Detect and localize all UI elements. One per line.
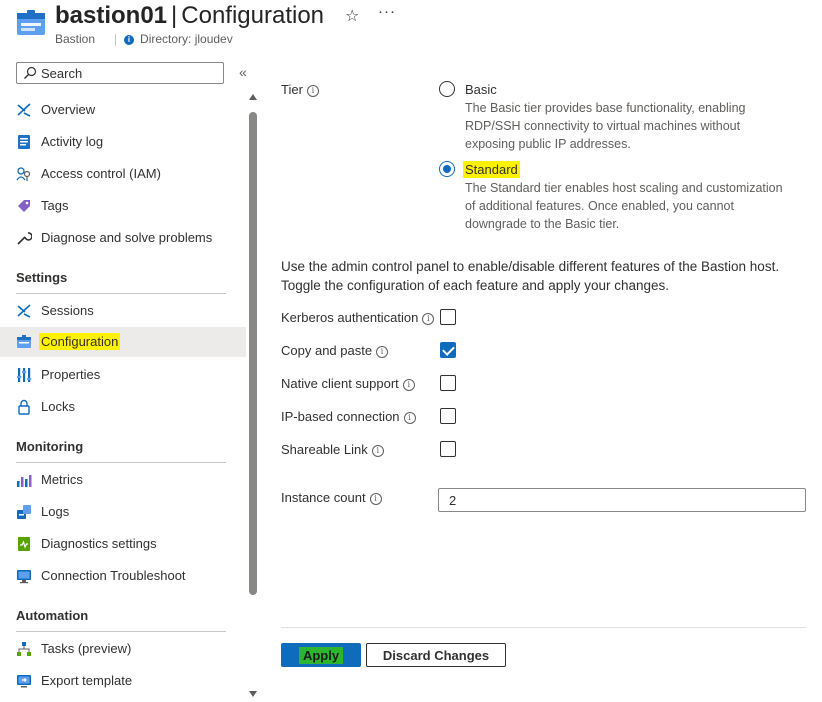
info-icon[interactable]: i [402,378,415,391]
native-client-checkbox[interactable] [440,375,456,391]
section-divider [16,462,226,463]
wrench-icon [17,232,32,245]
tier-label: Tier i [281,82,319,97]
title-separator: | [171,2,178,29]
apply-button[interactable]: Apply [281,643,361,667]
sidebar-item-export-template[interactable]: Export template [0,666,246,696]
export-icon [17,675,31,688]
sidebar-item-label: Configuration [39,333,121,350]
discard-changes-button[interactable]: Discard Changes [366,643,506,667]
info-icon[interactable]: i [371,444,384,457]
info-icon[interactable]: i [422,312,435,325]
more-options-icon[interactable]: ··· [378,3,396,20]
info-icon[interactable]: i [306,84,319,97]
configuration-icon [17,335,31,348]
bastion-resource-icon [17,10,45,35]
shareable-link-checkbox[interactable] [440,441,456,457]
sidebar-item-diagnose[interactable]: Diagnose and solve problems [0,223,246,253]
info-icon: i [124,34,135,45]
info-icon[interactable]: i [403,411,416,424]
feature-label-ip-connection: IP-based connection i [281,409,416,424]
search-box[interactable] [16,62,224,84]
section-settings: Settings [16,270,68,285]
resource-subtitle: Bastion i Directory: jloudev [55,32,233,46]
feature-label-native-client: Native client support i [281,376,415,391]
sidebar-item-logs[interactable]: Logs [0,497,246,527]
tier-basic-description: The Basic tier provides base functionali… [465,101,746,151]
scroll-down-arrow[interactable] [249,691,257,697]
feature-instructions: Use the admin control panel to enable/di… [281,259,780,293]
tier-standard-description: The Standard tier enables host scaling a… [465,181,783,231]
overview-icon [17,103,31,117]
logs-icon [17,505,31,519]
sidebar-item-locks[interactable]: Locks [0,392,246,422]
sessions-icon [17,304,31,318]
sidebar-item-diagnostics-settings[interactable]: Diagnostics settings [0,529,246,559]
diagnostics-icon [18,537,30,551]
section-monitoring: Monitoring [16,439,84,454]
tier-basic-label: Basic [465,82,497,97]
page-title: bastion01 | Configuration [55,2,324,30]
search-input[interactable] [41,65,216,81]
collapse-sidebar-icon[interactable]: « [239,64,247,80]
tier-standard-radio[interactable] [439,161,455,177]
kerberos-checkbox[interactable] [440,309,456,325]
tier-standard-label: Standard [463,161,520,178]
feature-label-kerberos: Kerberos authentication i [281,310,435,325]
instance-count-input[interactable] [438,488,806,512]
section-divider [16,631,226,632]
scroll-up-arrow[interactable] [249,94,257,100]
search-icon [24,66,37,79]
sidebar-item-iam[interactable]: Access control (IAM) [0,159,246,189]
info-icon[interactable]: i [369,492,382,505]
section-automation: Automation [16,608,89,623]
feature-label-copy-paste: Copy and paste i [281,343,389,358]
ip-connection-checkbox[interactable] [440,408,456,424]
favorite-star-icon[interactable]: ☆ [345,6,359,26]
resource-type: Bastion [55,32,96,46]
sidebar-item-activity-log[interactable]: Activity log [0,127,246,157]
sidebar-item-tasks[interactable]: Tasks (preview) [0,634,246,664]
sidebar-item-sessions[interactable]: Sessions [0,296,246,326]
info-icon[interactable]: i [376,345,389,358]
page-name: Configuration [181,2,325,29]
tag-icon [18,200,30,212]
properties-icon [17,368,32,382]
sidebar-item-overview[interactable]: Overview [0,95,246,125]
sidebar-item-metrics[interactable]: Metrics [0,465,246,495]
tasks-icon [17,642,31,656]
footer-divider [281,627,806,628]
copy-paste-checkbox[interactable] [440,342,456,358]
sidebar-item-connection-troubleshoot[interactable]: Connection Troubleshoot [0,561,246,591]
monitor-icon [17,570,31,584]
instance-count-label: Instance count i [281,490,382,505]
directory-label: Directory: jloudev [140,32,233,46]
sidebar-item-configuration[interactable]: Configuration [0,327,246,357]
lock-icon [18,399,30,415]
resource-name: bastion01 [55,2,168,29]
sidebar-item-tags[interactable]: Tags [0,191,246,221]
sidebar-scrollbar[interactable] [249,112,257,595]
iam-icon [16,167,31,181]
feature-label-shareable-link: Shareable Link i [281,442,384,457]
tier-basic-radio[interactable] [439,81,455,97]
metrics-icon [17,475,32,487]
section-divider [16,293,226,294]
activity-log-icon [18,135,30,149]
sidebar-item-properties[interactable]: Properties [0,360,246,390]
